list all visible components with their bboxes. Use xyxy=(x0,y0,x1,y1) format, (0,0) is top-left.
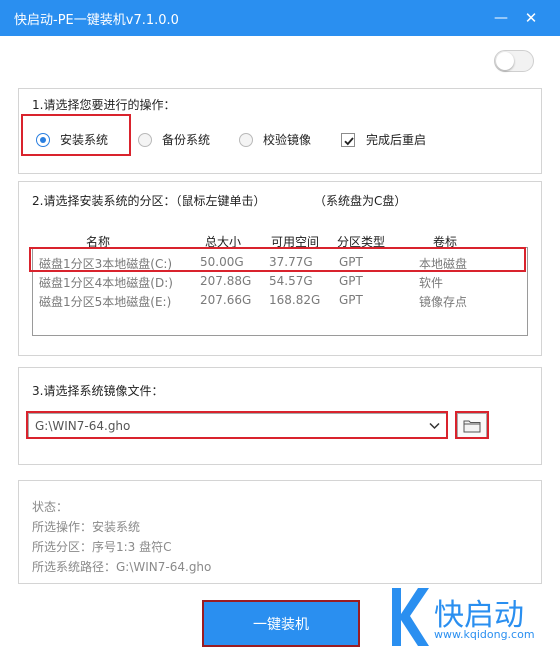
option-backup-label: 备份系统 xyxy=(162,133,211,147)
radio-backup[interactable] xyxy=(138,132,152,147)
highlight-browse-button xyxy=(455,411,489,439)
window-title: 快启动-PE一键装机v7.1.0.0 xyxy=(14,13,179,28)
cell-free: 54.57G xyxy=(269,274,313,288)
cell-name: 磁盘1分区4本地磁盘(D:) xyxy=(39,276,173,290)
status-image: 所选系统路径：G:\WIN7-64.gho xyxy=(32,560,212,574)
cell-type: GPT xyxy=(339,293,363,307)
radio-install[interactable] xyxy=(36,132,50,147)
brand-logo: 快启动 www.kqidong.com xyxy=(388,584,560,664)
one-click-install-button[interactable]: 一键装机 xyxy=(202,600,360,647)
operation-title: 1.请选择您要进行的操作： xyxy=(32,98,176,112)
status-operation: 所选操作：安装系统 xyxy=(32,520,141,534)
settings-toggle[interactable] xyxy=(494,50,534,72)
cell-name: 磁盘1分区5本地磁盘(E:) xyxy=(39,295,172,309)
partition-note: （系统盘为C盘） xyxy=(314,194,407,208)
option-install-system[interactable]: 安装系统 xyxy=(36,131,108,148)
cell-label: 软件 xyxy=(419,276,444,290)
cell-label: 镜像存点 xyxy=(419,295,468,309)
reboot-checkbox-group[interactable]: 完成后重启 xyxy=(341,131,426,148)
reboot-label: 完成后重启 xyxy=(366,133,427,147)
highlight-image-select xyxy=(26,411,448,439)
table-row[interactable]: 磁盘1分区4本地磁盘(D:) 207.88G 54.57G GPT 软件 xyxy=(33,272,527,290)
option-install-label: 安装系统 xyxy=(60,133,109,147)
close-icon: ✕ xyxy=(524,8,538,27)
minimize-button[interactable]: — xyxy=(489,6,513,30)
k-logo-icon xyxy=(392,588,429,646)
status-partition: 所选分区：序号1:3 盘符C xyxy=(32,540,172,554)
option-backup-system[interactable]: 备份系统 xyxy=(138,131,210,148)
status-panel: 状态： 所选操作：安装系统 所选分区：序号1:3 盘符C 所选系统路径：G:\W… xyxy=(18,480,542,584)
image-title: 3.请选择系统镜像文件： xyxy=(32,384,164,398)
cell-total: 207.88G xyxy=(200,274,252,288)
cell-total: 207.66G xyxy=(200,293,252,307)
status-label: 状态： xyxy=(32,500,69,514)
close-button[interactable]: ✕ xyxy=(519,6,543,30)
reboot-checkbox[interactable] xyxy=(341,132,355,147)
brand-url: www.kqidong.com xyxy=(434,628,535,641)
highlight-c-partition xyxy=(29,247,526,272)
cell-type: GPT xyxy=(339,274,363,288)
table-row[interactable]: 磁盘1分区5本地磁盘(E:) 207.66G 168.82G GPT 镜像存点 xyxy=(33,291,527,309)
title-bar: 快启动-PE一键装机v7.1.0.0 — ✕ xyxy=(0,0,560,36)
cell-free: 168.82G xyxy=(269,293,321,307)
radio-verify[interactable] xyxy=(239,132,253,147)
install-button-label: 一键装机 xyxy=(253,616,309,633)
partition-title: 2.请选择安装系统的分区：（鼠标左键单击） xyxy=(32,194,266,208)
option-verify-label: 校验镜像 xyxy=(263,133,312,147)
option-verify-image[interactable]: 校验镜像 xyxy=(239,131,311,148)
checkmark-icon xyxy=(344,136,354,145)
toggle-knob xyxy=(496,52,514,70)
minimize-icon: — xyxy=(494,10,508,26)
